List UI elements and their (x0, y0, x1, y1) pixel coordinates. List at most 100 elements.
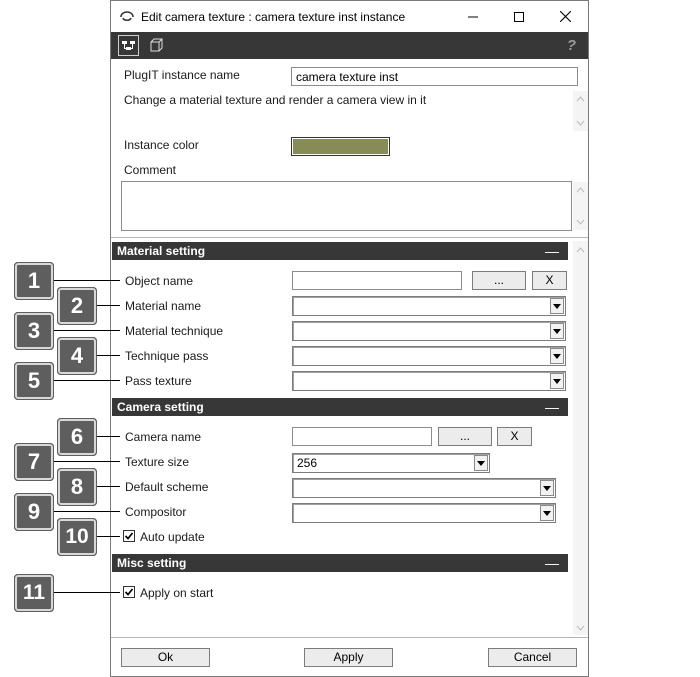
object-name-label: Object name (125, 274, 194, 288)
dropdown-arrow[interactable] (474, 455, 488, 471)
callout-leader (96, 536, 120, 537)
window-title: Edit camera texture : camera texture ins… (141, 10, 406, 24)
dropdown-arrow[interactable] (540, 480, 554, 496)
callout-badge: 9 (14, 493, 54, 531)
chevron-down-icon (543, 510, 551, 516)
callout-leader (52, 461, 120, 462)
callout-badge: 3 (14, 312, 54, 350)
chevron-down-icon (553, 353, 561, 359)
close-button[interactable] (542, 1, 588, 32)
callout-badge: 4 (57, 337, 97, 375)
apply-on-start-checkbox[interactable] (123, 586, 135, 598)
apply-on-start-label[interactable]: Apply on start (140, 586, 213, 600)
cube-icon (150, 38, 163, 52)
object-browse-button[interactable]: ... (472, 271, 526, 290)
callout-badge: 10 (57, 518, 97, 556)
callout-leader (96, 355, 120, 356)
help-icon: ? (566, 37, 577, 54)
material-technique-label: Material technique (125, 324, 224, 338)
comment-label: Comment (124, 163, 177, 177)
callout-leader (96, 305, 120, 306)
checkmark-icon (124, 588, 134, 596)
auto-update-label[interactable]: Auto update (140, 530, 205, 544)
instance-name-input[interactable]: camera texture inst (291, 67, 578, 86)
comment-scrollbar[interactable] (573, 182, 588, 230)
dropdown-arrow[interactable] (550, 373, 564, 389)
description-scrollbar[interactable] (573, 91, 588, 131)
chevron-down-icon (543, 485, 551, 491)
chevron-down-icon (553, 378, 561, 384)
compositor-select[interactable] (292, 503, 556, 523)
apply-button[interactable]: Apply (304, 648, 393, 667)
title-bar[interactable]: Edit camera texture : camera texture ins… (111, 1, 588, 32)
maximize-icon (514, 11, 524, 22)
scroll-down-icon (576, 219, 585, 225)
scroll-up-icon (576, 96, 585, 102)
dialog-window: Edit camera texture : camera texture ins… (110, 0, 589, 677)
auto-update-checkbox[interactable] (123, 530, 135, 542)
help-button[interactable]: ? (561, 35, 582, 56)
camera-clear-button[interactable]: X (497, 427, 532, 446)
callout-leader (52, 380, 120, 381)
camera-browse-button[interactable]: ... (438, 427, 492, 446)
scroll-down-icon (576, 120, 585, 126)
minimize-icon (468, 16, 478, 17)
dropdown-arrow[interactable] (550, 323, 564, 339)
scroll-up-icon (576, 247, 585, 253)
callout-leader (96, 486, 120, 487)
scroll-down-icon (576, 625, 585, 631)
pass-texture-select[interactable] (292, 371, 566, 391)
material-setting-header[interactable]: Material setting — (112, 242, 568, 260)
section-title: Misc setting (117, 556, 187, 570)
instance-name-label: PlugIT instance name (124, 68, 240, 82)
material-name-select[interactable] (292, 296, 566, 316)
camera-setting-header[interactable]: Camera setting — (112, 398, 568, 416)
chevron-down-icon (553, 328, 561, 334)
camera-name-input[interactable] (292, 427, 432, 446)
node-graph-icon (122, 41, 135, 50)
dropdown-arrow[interactable] (550, 348, 564, 364)
ok-button[interactable]: Ok (121, 648, 210, 667)
material-name-label: Material name (125, 299, 202, 313)
collapse-icon[interactable]: — (545, 242, 559, 260)
divider (111, 237, 588, 238)
close-icon (559, 11, 571, 22)
texture-size-label: Texture size (125, 455, 190, 469)
dropdown-arrow[interactable] (550, 298, 564, 314)
checkmark-icon (124, 532, 134, 540)
comment-textarea[interactable] (121, 181, 572, 231)
object-view-button[interactable] (146, 35, 167, 56)
misc-setting-header[interactable]: Misc setting — (112, 554, 568, 572)
dialog-footer: Ok Apply Cancel (111, 637, 588, 676)
material-technique-select[interactable] (292, 321, 566, 341)
maximize-button[interactable] (496, 1, 542, 32)
callout-badge: 1 (14, 262, 54, 300)
object-clear-button[interactable]: X (532, 271, 567, 290)
collapse-icon[interactable]: — (545, 398, 559, 416)
instance-color-swatch[interactable] (291, 137, 390, 156)
technique-pass-label: Technique pass (125, 349, 209, 363)
pass-texture-label: Pass texture (125, 374, 192, 388)
texture-size-select[interactable]: 256 (292, 453, 490, 473)
node-view-button[interactable] (118, 35, 139, 56)
app-icon (120, 11, 134, 22)
toolbar: ? (111, 32, 588, 59)
section-title: Material setting (117, 244, 206, 258)
compositor-label: Compositor (125, 505, 187, 519)
scroll-up-icon (576, 187, 585, 193)
cancel-button[interactable]: Cancel (488, 648, 577, 667)
callout-leader (52, 511, 120, 512)
collapse-icon[interactable]: — (545, 554, 559, 572)
callout-badge: 5 (14, 362, 54, 400)
callout-leader (52, 592, 120, 593)
callout-badge: 11 (14, 574, 54, 612)
dropdown-arrow[interactable] (540, 505, 554, 521)
chevron-down-icon (553, 303, 561, 309)
object-name-input[interactable] (292, 271, 462, 290)
minimize-button[interactable] (450, 1, 496, 32)
settings-scrollbar[interactable] (573, 241, 588, 635)
instance-color-label: Instance color (124, 138, 199, 152)
default-scheme-select[interactable] (292, 478, 556, 498)
technique-pass-select[interactable] (292, 346, 566, 366)
texture-size-value: 256 (297, 456, 318, 470)
